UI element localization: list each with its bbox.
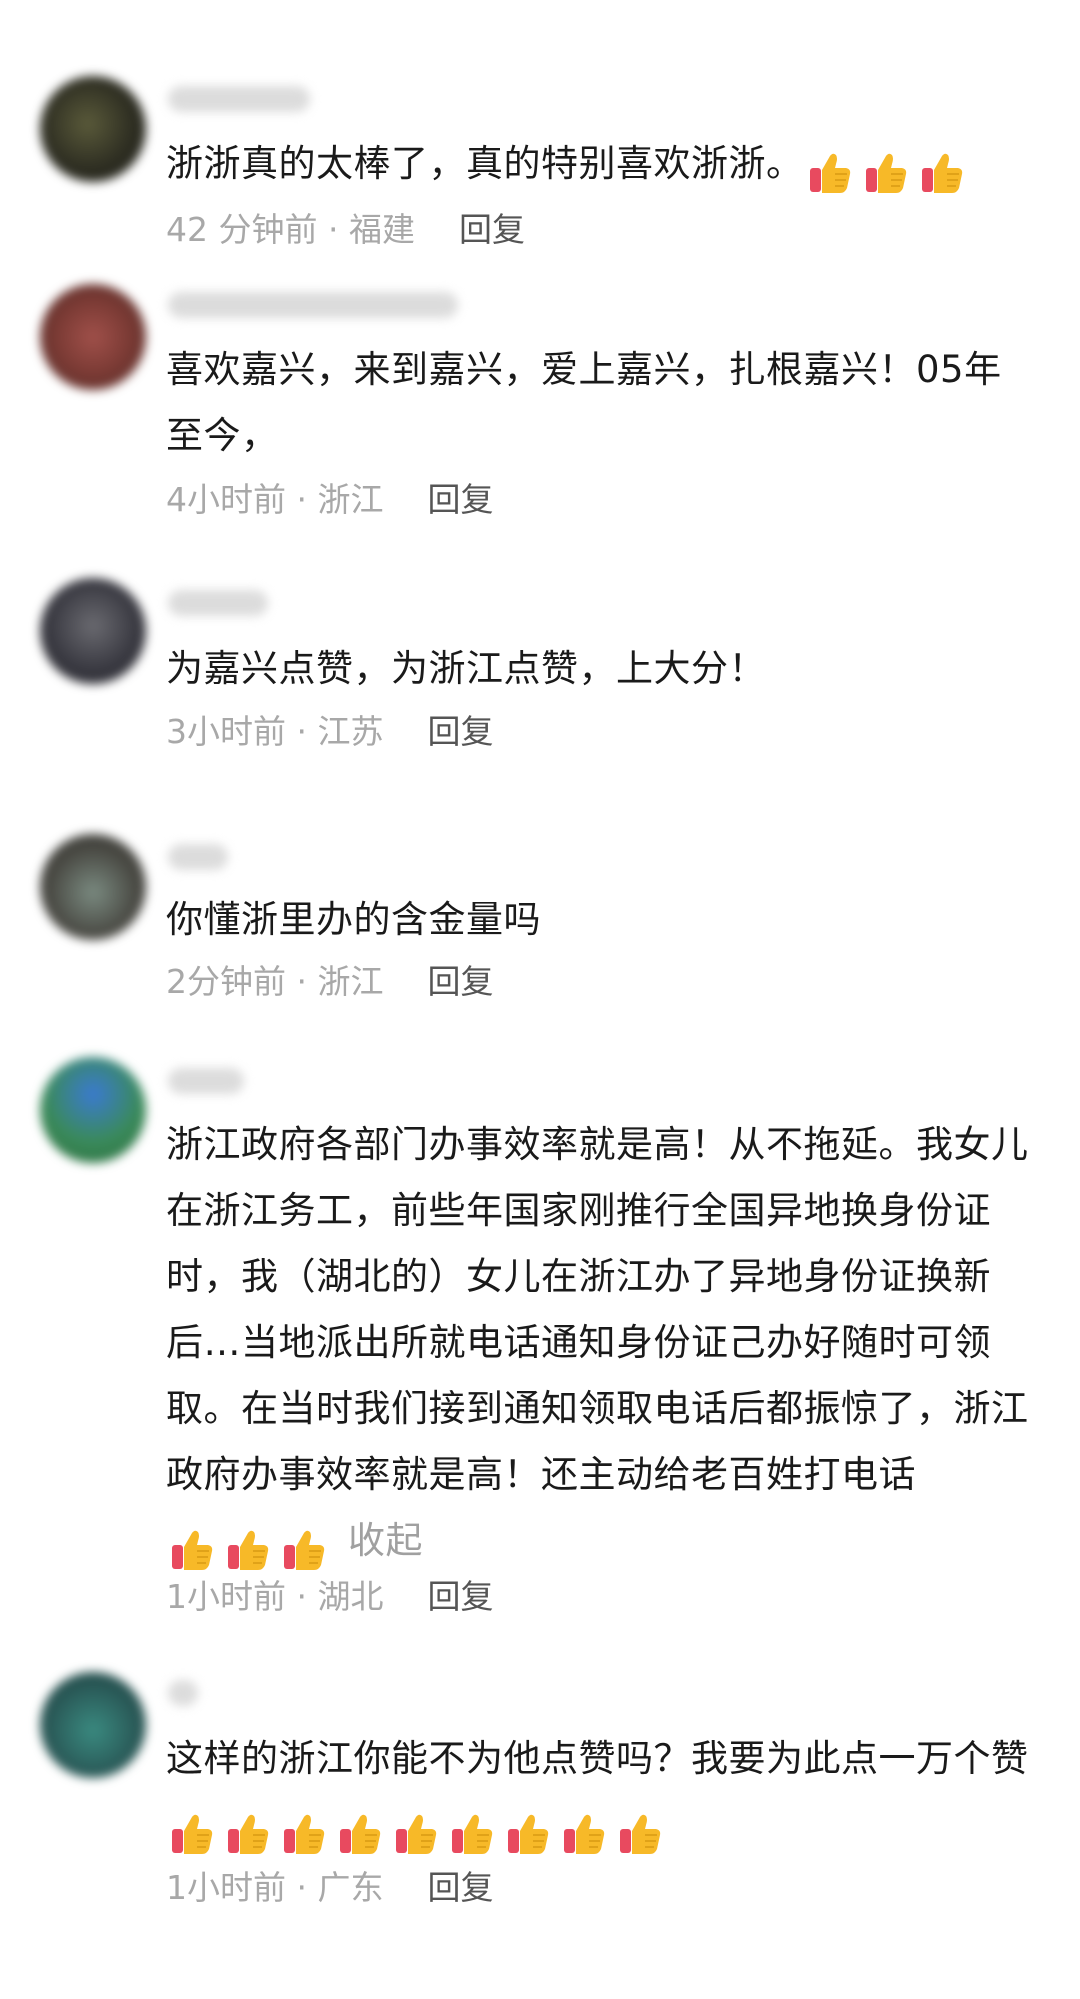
thumbs-group bbox=[808, 138, 976, 204]
comment-text: 浙浙真的太棒了，真的特别喜欢浙浙。 bbox=[166, 131, 1036, 204]
comment-time-location: 2分钟前 · 浙江 bbox=[166, 962, 384, 1001]
thumbs-up-icon bbox=[808, 150, 852, 196]
thumbs-up-icon bbox=[226, 1527, 270, 1573]
avatar[interactable] bbox=[40, 578, 146, 684]
comment-time-location: 3小时前 · 江苏 bbox=[166, 712, 384, 751]
reply-button[interactable]: 回复 bbox=[427, 1868, 493, 1907]
username-blurred[interactable] bbox=[168, 590, 268, 616]
comment-text-body: 喜欢嘉兴，来到嘉兴，爱上嘉兴，扎根嘉兴！05年至今， bbox=[166, 348, 1002, 457]
reply-button[interactable]: 回复 bbox=[427, 712, 493, 751]
thumbs-group bbox=[170, 1799, 674, 1865]
comment-text: 你懂浙里办的含金量吗 bbox=[166, 887, 1036, 953]
avatar[interactable] bbox=[40, 834, 146, 940]
reply-button[interactable]: 回复 bbox=[459, 210, 525, 249]
avatar[interactable] bbox=[40, 284, 146, 390]
comment-meta: 2分钟前 · 浙江 回复 bbox=[166, 962, 493, 1002]
reply-button[interactable]: 回复 bbox=[427, 480, 493, 519]
thumbs-up-icon bbox=[226, 1811, 270, 1857]
username-blurred[interactable] bbox=[168, 86, 310, 112]
reply-button[interactable]: 回复 bbox=[427, 962, 493, 1001]
comment-time-location: 1小时前 · 广东 bbox=[166, 1868, 384, 1907]
thumbs-up-icon bbox=[450, 1811, 494, 1857]
comment-text: 为嘉兴点赞，为浙江点赞，上大分！ bbox=[166, 636, 1036, 702]
username-blurred[interactable] bbox=[168, 1680, 198, 1706]
comment-text-body: 为嘉兴点赞，为浙江点赞，上大分！ bbox=[166, 647, 766, 690]
username-blurred[interactable] bbox=[168, 1068, 244, 1094]
comment-time-location: 4小时前 · 浙江 bbox=[166, 480, 384, 519]
thumbs-up-icon bbox=[618, 1811, 662, 1857]
comment-text: 这样的浙江你能不为他点赞吗？我要为此点一万个赞 bbox=[166, 1726, 1036, 1865]
thumbs-up-icon bbox=[394, 1811, 438, 1857]
avatar[interactable] bbox=[40, 1057, 146, 1163]
username-blurred[interactable] bbox=[168, 844, 228, 870]
thumbs-up-icon bbox=[282, 1811, 326, 1857]
thumbs-group bbox=[170, 1515, 338, 1581]
comment-meta: 4小时前 · 浙江 回复 bbox=[166, 480, 493, 520]
comment-time-location: 42 分钟前 · 福建 bbox=[166, 210, 415, 249]
avatar[interactable] bbox=[40, 76, 146, 182]
comment-meta: 1小时前 · 湖北 回复 bbox=[166, 1577, 493, 1617]
collapse-button[interactable]: 收起 bbox=[348, 1519, 423, 1562]
thumbs-up-icon bbox=[864, 150, 908, 196]
thumbs-up-icon bbox=[506, 1811, 550, 1857]
thumbs-up-icon bbox=[562, 1811, 606, 1857]
avatar[interactable] bbox=[40, 1672, 146, 1778]
thumbs-up-icon bbox=[920, 150, 964, 196]
username-blurred[interactable] bbox=[168, 292, 458, 318]
comment-text: 喜欢嘉兴，来到嘉兴，爱上嘉兴，扎根嘉兴！05年至今， bbox=[166, 337, 1036, 469]
comment-text-body: 浙浙真的太棒了，真的特别喜欢浙浙。 bbox=[166, 142, 804, 185]
comment-text: 浙江政府各部门办事效率就是高！从不拖延。我女儿在浙江务工，前些年国家刚推行全国异… bbox=[166, 1112, 1036, 1581]
comment-text-body: 浙江政府各部门办事效率就是高！从不拖延。我女儿在浙江务工，前些年国家刚推行全国异… bbox=[166, 1123, 1029, 1496]
comment-text-body: 你懂浙里办的含金量吗 bbox=[166, 898, 541, 941]
comment-text-body: 这样的浙江你能不为他点赞吗？我要为此点一万个赞 bbox=[166, 1737, 1029, 1780]
reply-button[interactable]: 回复 bbox=[427, 1577, 493, 1616]
thumbs-up-icon bbox=[170, 1527, 214, 1573]
comment-meta: 42 分钟前 · 福建 回复 bbox=[166, 210, 525, 250]
comment-meta: 3小时前 · 江苏 回复 bbox=[166, 712, 493, 752]
comment-meta: 1小时前 · 广东 回复 bbox=[166, 1868, 493, 1908]
thumbs-up-icon bbox=[282, 1527, 326, 1573]
thumbs-up-icon bbox=[338, 1811, 382, 1857]
comment-time-location: 1小时前 · 湖北 bbox=[166, 1577, 384, 1616]
thumbs-up-icon bbox=[170, 1811, 214, 1857]
comment-list: 浙浙真的太棒了，真的特别喜欢浙浙。 42 分钟前 · 福建 回复 喜欢嘉兴，来到嘉… bbox=[0, 0, 1080, 1999]
